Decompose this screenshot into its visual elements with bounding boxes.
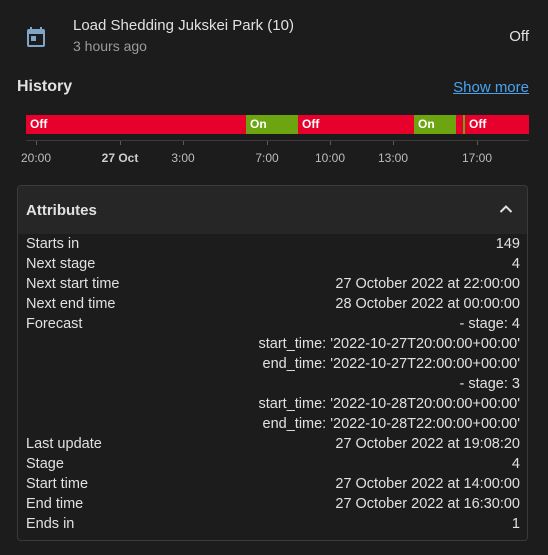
entity-state: Off (509, 28, 529, 45)
axis-tick-label: 7:00 (255, 151, 279, 165)
axis-tick-label: 3:00 (171, 151, 195, 165)
attribute-key: Forecast (26, 316, 83, 332)
axis-tick-label: 20:00 (20, 151, 52, 165)
attribute-value: end_time: '2022-10-27T22:00:00+00:00' (262, 356, 520, 372)
attribute-row: Ends in 1 (26, 514, 520, 534)
axis-tick (120, 141, 121, 145)
attribute-value: 149 (495, 236, 520, 252)
attribute-key: Stage (26, 456, 64, 472)
attribute-row: - stage: 3 (26, 374, 520, 394)
attribute-row: End time 27 October 2022 at 16:30:00 (26, 494, 520, 514)
attribute-row: Forecast - stage: 4 (26, 314, 520, 334)
chevron-up-icon[interactable] (499, 204, 513, 214)
attribute-key: End time (26, 496, 84, 512)
axis-tick (330, 141, 331, 145)
attribute-key: Next start time (26, 276, 120, 292)
history-timeline[interactable]: Off On Off On Off (26, 115, 529, 134)
attribute-row: Starts in 149 (26, 234, 520, 254)
axis-tick (477, 141, 478, 145)
attribute-key: Starts in (26, 236, 80, 252)
attribute-row: end_time: '2022-10-27T22:00:00+00:00' (26, 354, 520, 374)
more-info-dialog: Load Shedding Jukskei Park (10) 3 hours … (0, 0, 548, 555)
attribute-value: 27 October 2022 at 14:00:00 (335, 476, 520, 492)
attribute-key: Start time (26, 476, 89, 492)
attribute-key: Next end time (26, 296, 116, 312)
attribute-value: start_time: '2022-10-27T20:00:00+00:00' (258, 336, 520, 352)
axis-tick-label: 17:00 (461, 151, 493, 165)
timeline-segment[interactable]: Off (26, 115, 246, 134)
timeline-axis (26, 140, 529, 141)
axis-tick-label: 27 Oct (101, 151, 139, 165)
attribute-row: end_time: '2022-10-28T22:00:00+00:00' (26, 414, 520, 434)
attribute-value: - stage: 4 (459, 316, 520, 332)
attribute-key: Ends in (26, 516, 75, 532)
axis-tick (393, 141, 394, 145)
attributes-title: Attributes (26, 202, 97, 219)
attribute-row: Next stage 4 (26, 254, 520, 274)
axis-tick (36, 141, 37, 145)
attribute-key: Next stage (26, 256, 96, 272)
entity-title: Load Shedding Jukskei Park (10) (73, 17, 294, 34)
timeline-segment[interactable]: On (246, 115, 298, 134)
attribute-value: 27 October 2022 at 16:30:00 (335, 496, 520, 512)
last-changed: 3 hours ago (73, 38, 147, 54)
timeline-segment[interactable] (456, 115, 463, 134)
attribute-value: 1 (511, 516, 520, 532)
timeline-segment[interactable]: Off (298, 115, 414, 134)
attribute-value: 4 (511, 256, 520, 272)
attribute-value: start_time: '2022-10-28T20:00:00+00:00' (258, 396, 520, 412)
attribute-row: Last update 27 October 2022 at 19:08:20 (26, 434, 520, 454)
history-title: History (17, 78, 73, 95)
attribute-row: start_time: '2022-10-27T20:00:00+00:00' (26, 334, 520, 354)
axis-tick-label: 10:00 (314, 151, 346, 165)
attribute-value: 27 October 2022 at 22:00:00 (335, 276, 520, 292)
attribute-row: Start time 27 October 2022 at 14:00:00 (26, 474, 520, 494)
attribute-value: - stage: 3 (459, 376, 520, 392)
attributes-panel: Attributes Starts in 149 Next stage 4 Ne… (17, 185, 528, 541)
attribute-value: 28 October 2022 at 00:00:00 (335, 296, 520, 312)
attribute-row: Next end time 28 October 2022 at 00:00:0… (26, 294, 520, 314)
attribute-value: 27 October 2022 at 19:08:20 (335, 436, 520, 452)
show-more-link[interactable]: Show more (453, 79, 529, 96)
attributes-expander[interactable]: Attributes (18, 186, 527, 234)
attribute-row: start_time: '2022-10-28T20:00:00+00:00' (26, 394, 520, 414)
attribute-value: end_time: '2022-10-28T22:00:00+00:00' (262, 416, 520, 432)
attribute-row: Next start time 27 October 2022 at 22:00… (26, 274, 520, 294)
axis-tick (267, 141, 268, 145)
axis-tick-label: 13:00 (377, 151, 409, 165)
axis-tick (183, 141, 184, 145)
attribute-key: Last update (26, 436, 102, 452)
timeline-segment[interactable]: On (414, 115, 456, 134)
calendar-icon (27, 27, 45, 47)
timeline-segment[interactable]: Off (465, 115, 529, 134)
attribute-row: Stage 4 (26, 454, 520, 474)
attribute-value: 4 (511, 456, 520, 472)
